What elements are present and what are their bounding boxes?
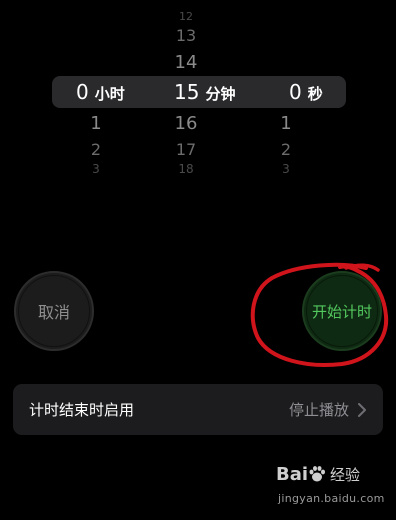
chevron-right-icon [358,402,366,417]
minutes-value: 15 [174,80,200,104]
picker-minute-option[interactable]: 13 [156,26,216,45]
watermark-brand-suffix: 经验 [330,466,361,484]
picker-minute-option[interactable]: 14 [156,52,216,73]
picker-hour-option[interactable]: 3 [66,162,126,176]
minutes-unit: 分钟 [205,85,236,103]
hours-unit: 小时 [94,85,125,103]
cancel-button-label: 取消 [18,275,90,347]
picker-minute-option[interactable]: 18 [156,162,216,176]
when-timer-ends-value: 停止播放 [288,401,349,419]
seconds-unit: 秒 [307,85,323,103]
picker-second-option[interactable]: 2 [256,140,316,159]
picker-hour-option[interactable]: 2 [66,140,126,159]
picker-minute-option[interactable]: 17 [156,140,216,159]
minutes-selected[interactable]: 15 分钟 [174,80,235,106]
picker-second-option[interactable]: 1 [256,113,316,134]
picker-hour-option[interactable]: 1 [66,113,126,134]
when-timer-ends-label: 计时结束时启用 [29,401,135,419]
picker-minute-option[interactable]: 12 [156,10,216,23]
cancel-button[interactable]: 取消 [14,271,94,351]
hours-value: 0 [76,80,89,104]
watermark-brand-prefix: Bai [276,464,309,485]
when-timer-ends-row[interactable]: 计时结束时启用 停止播放 [13,384,383,435]
picker-minute-option[interactable]: 16 [156,113,216,134]
seconds-value: 0 [289,80,302,104]
start-timer-button-label: 开始计时 [306,275,378,347]
watermark-logo: Bai 经验 [276,464,360,485]
picker-second-option[interactable]: 3 [256,162,316,176]
seconds-selected[interactable]: 0 秒 [289,80,323,106]
hours-selected[interactable]: 0 小时 [76,80,125,106]
duration-picker[interactable]: 12 13 14 0 小时 15 分钟 0 秒 1 2 3 16 17 18 1… [0,0,396,200]
start-timer-button[interactable]: 开始计时 [302,271,382,351]
baidu-jingyan-watermark: Bai 经验 jingyan.baidu.com [276,462,388,514]
watermark-url: jingyan.baidu.com [278,492,385,505]
baidu-paw-icon [309,466,326,482]
